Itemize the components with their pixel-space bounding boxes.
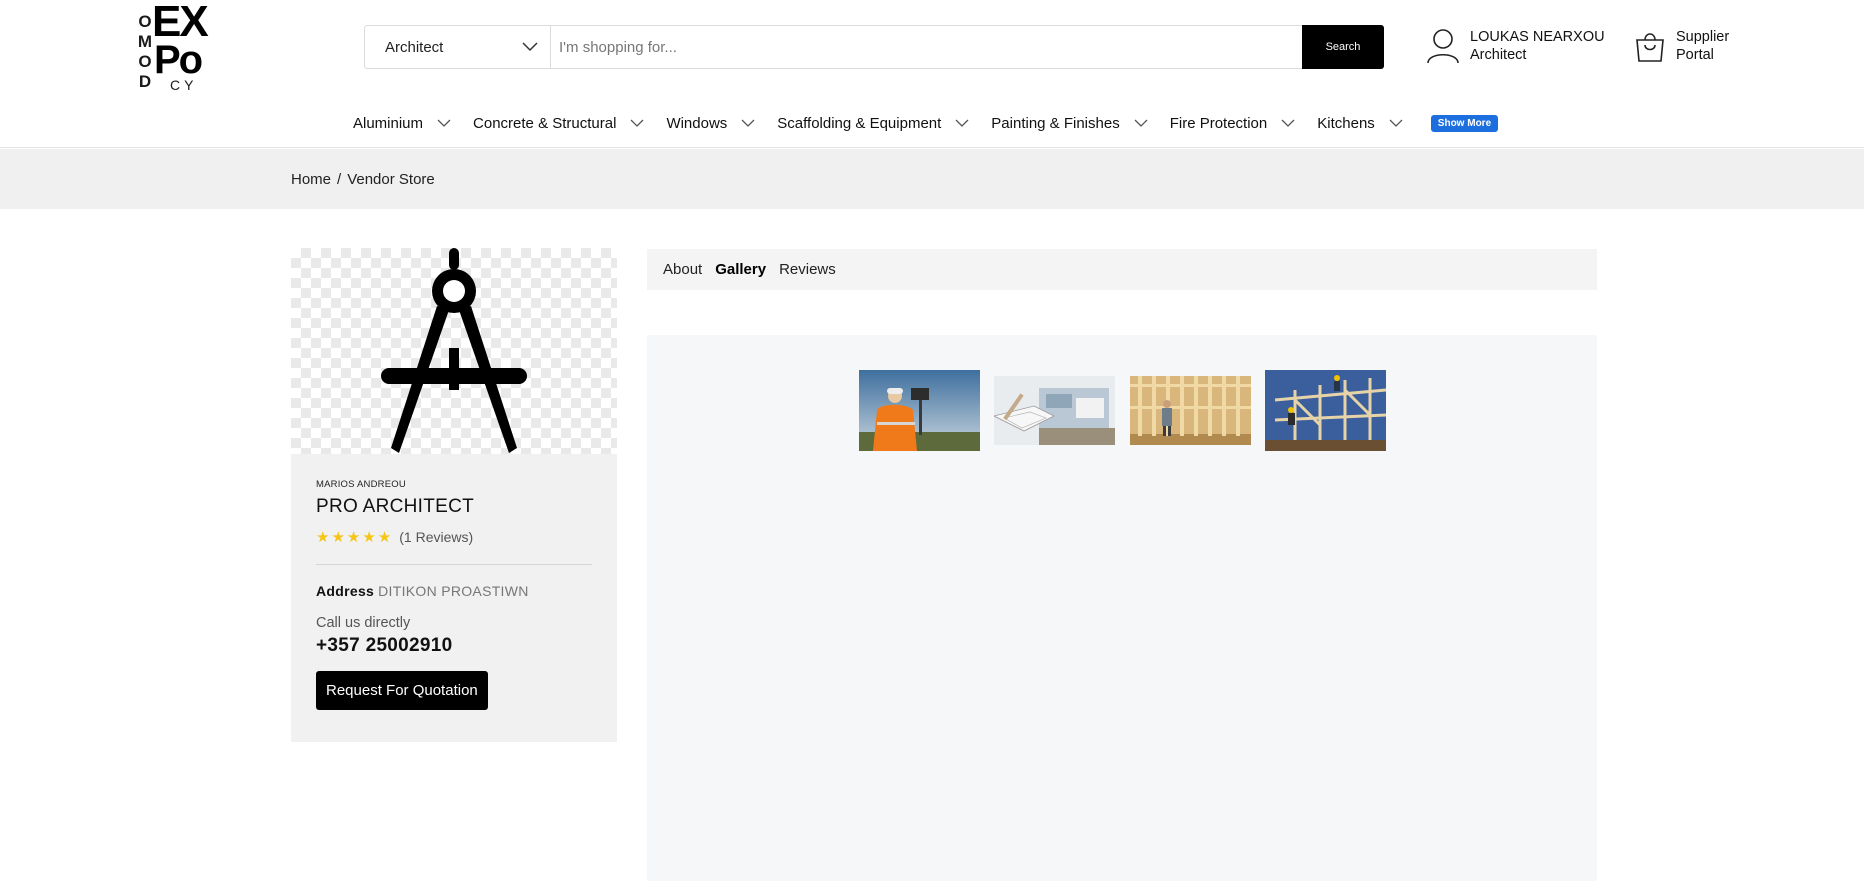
nav-item-windows[interactable]: Windows [666, 115, 755, 132]
logo-letter: M [137, 32, 153, 51]
gallery-panel [647, 335, 1597, 881]
shopping-bag-icon [1636, 33, 1664, 62]
logo-text-cy: CY [170, 77, 198, 93]
chevron-down-icon [955, 119, 969, 127]
vendor-rating: ★★★★★ (1 Reviews) [316, 528, 592, 546]
nav-item-label: Painting & Finishes [991, 114, 1120, 132]
call-label: Call us directly [316, 615, 411, 631]
address-value: DITIKON PROASTIWN [378, 583, 529, 599]
gallery-thumb-surveyor[interactable] [859, 370, 980, 451]
vendor-tabs: About Gallery Reviews [647, 249, 1597, 290]
account-role: Architect [1470, 47, 1527, 63]
nav-item-label: Fire Protection [1169, 114, 1268, 132]
divider [316, 564, 592, 565]
nav-item-scaffolding-equipment[interactable]: Scaffolding & Equipment [777, 115, 969, 132]
breadcrumb-separator: / [337, 171, 342, 188]
nav-item-painting-finishes[interactable]: Painting & Finishes [991, 114, 1148, 132]
category-select[interactable]: Architect [365, 26, 551, 68]
logo-letter: O [138, 52, 152, 71]
vendor-address: Address DITIKON PROASTIWN [316, 583, 592, 599]
review-count[interactable]: (1 Reviews) [399, 529, 473, 545]
nav-item-label: Aluminium [353, 114, 424, 132]
tab-reviews[interactable]: Reviews [779, 261, 836, 278]
gallery-thumb-architecture-sketch[interactable] [994, 376, 1115, 445]
breadcrumb: Home / Vendor Store [291, 171, 435, 188]
site-logo[interactable]: O M O D EX Po CY [136, 0, 226, 98]
nav-item-label: Windows [666, 114, 728, 132]
search-input[interactable] [551, 26, 1302, 68]
chevron-down-icon [437, 119, 451, 127]
chevron-down-icon [741, 119, 755, 127]
vendor-phone[interactable]: +357 25002910 [316, 635, 592, 657]
account-name: LOUKAS NEARXOU [1470, 29, 1605, 45]
chevron-down-icon [1281, 119, 1295, 127]
gallery-thumb-timber-frame[interactable] [1130, 376, 1251, 445]
tab-gallery[interactable]: Gallery [715, 261, 766, 278]
show-more-button[interactable]: Show More [1430, 114, 1499, 132]
chevron-down-icon [630, 119, 644, 127]
breadcrumb-current: Vendor Store [347, 171, 435, 188]
nav-item-label: Kitchens [1317, 114, 1375, 132]
user-icon [1427, 29, 1459, 64]
category-select-value: Architect [385, 38, 444, 56]
logo-letter: O [138, 12, 152, 31]
category-nav: Aluminium Concrete & Structural Windows … [353, 110, 1499, 136]
vendor-owner: MARIOS ANDREOU [316, 479, 406, 490]
logo-text-po: Po [154, 38, 203, 82]
portal-label-line1: Supplier [1676, 29, 1730, 45]
nav-item-label: Scaffolding & Equipment [777, 114, 942, 132]
nav-item-aluminium[interactable]: Aluminium [353, 115, 451, 132]
account-menu[interactable]: LOUKAS NEARXOU Architect [1426, 28, 1605, 64]
supplier-portal-link[interactable]: Supplier Portal [1634, 28, 1729, 64]
vendor-logo-image [291, 248, 617, 454]
search-bar: Architect Search [364, 25, 1384, 69]
gallery-thumb-roof-workers[interactable] [1265, 370, 1386, 451]
nav-item-kitchens[interactable]: Kitchens [1317, 115, 1403, 132]
drafting-compass-icon [381, 248, 527, 453]
site-header: O M O D EX Po CY Architect Search LOUKAS… [0, 0, 1864, 148]
nav-item-label: Concrete & Structural [473, 114, 617, 132]
address-label: Address [316, 583, 375, 599]
chevron-down-icon [522, 42, 538, 52]
chevron-down-icon [1389, 119, 1403, 127]
vendor-name: PRO ARCHITECT [316, 496, 475, 517]
nav-item-concrete-structural[interactable]: Concrete & Structural [473, 115, 644, 132]
breadcrumb-bar: Home / Vendor Store [0, 149, 1864, 209]
logo-letter: D [138, 72, 152, 91]
tab-about[interactable]: About [663, 261, 702, 278]
portal-label-line2: Portal [1676, 47, 1714, 63]
request-quotation-button[interactable]: Request For Quotation [316, 671, 488, 710]
breadcrumb-home-link[interactable]: Home [291, 171, 331, 188]
nav-item-fire-protection[interactable]: Fire Protection [1170, 115, 1296, 132]
star-rating-icon: ★★★★★ [316, 529, 394, 546]
search-button[interactable]: Search [1302, 25, 1384, 69]
vendor-card: MARIOS ANDREOU PRO ARCHITECT ★★★★★ (1 Re… [291, 248, 617, 742]
chevron-down-icon [1134, 119, 1148, 127]
